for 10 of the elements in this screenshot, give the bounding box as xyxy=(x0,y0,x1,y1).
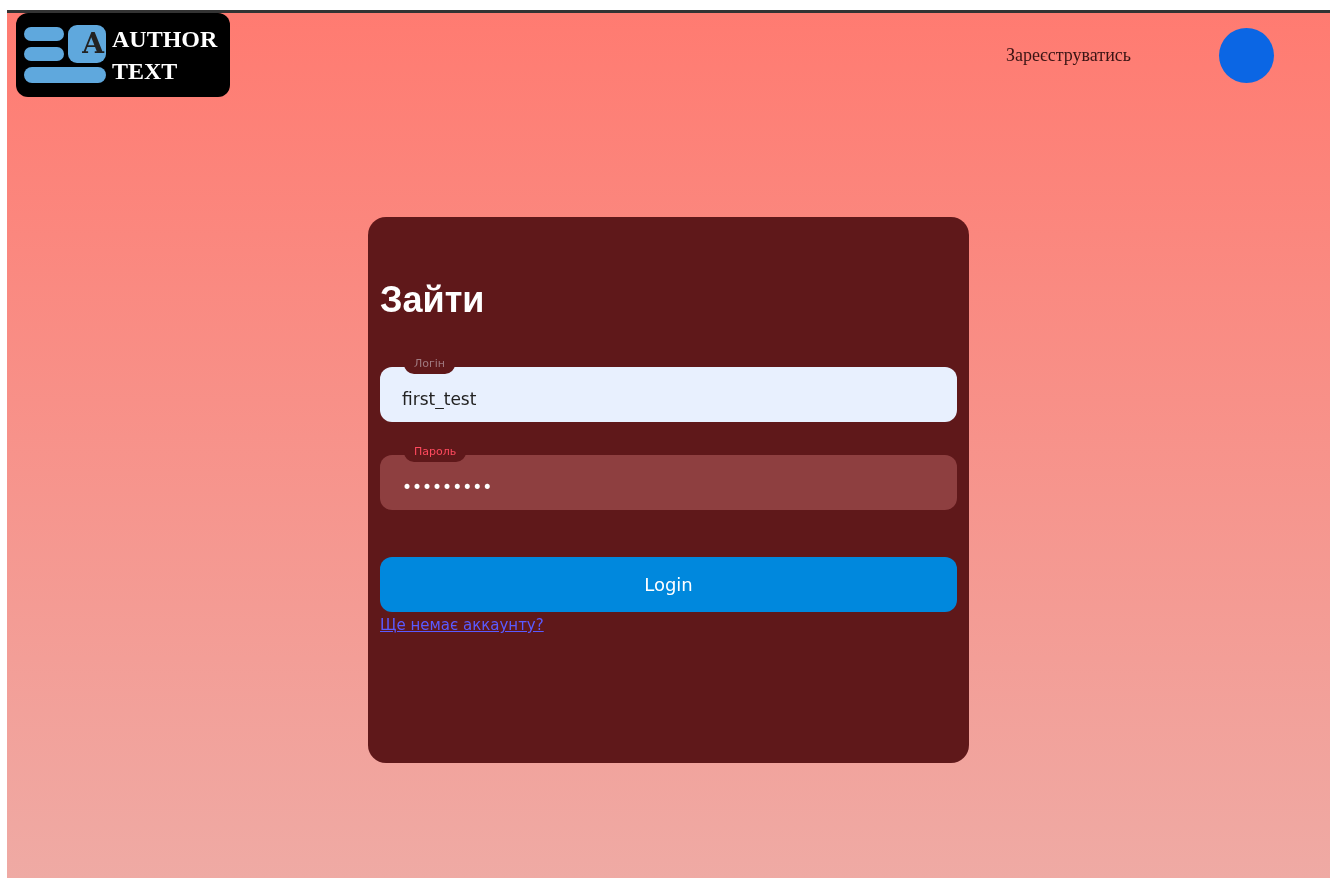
card-title: Зайти xyxy=(380,279,486,321)
logo-text: TEXT xyxy=(112,57,179,86)
login-button[interactable]: Login xyxy=(380,557,957,612)
logo-letter: A xyxy=(81,26,106,62)
avatar[interactable] xyxy=(1219,28,1274,83)
register-link[interactable]: Зареєструватись xyxy=(1005,45,1131,66)
input-field[interactable]: first_test xyxy=(380,367,957,422)
input-field[interactable]: ••••••••• xyxy=(380,455,957,510)
logo[interactable]: A AUTHOR TEXT xyxy=(16,13,230,97)
logo-text: AUTHOR xyxy=(112,25,218,54)
